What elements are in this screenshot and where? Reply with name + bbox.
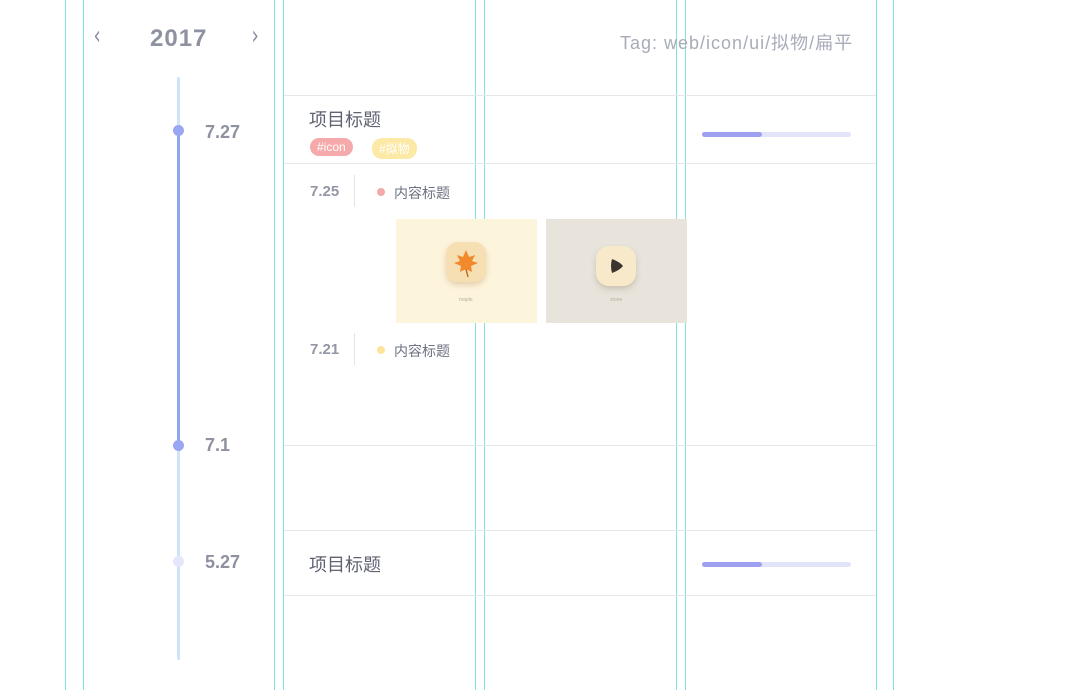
divider <box>284 530 876 531</box>
project-progress-bar <box>702 132 851 137</box>
timeline-dot[interactable] <box>173 556 184 567</box>
timeline-dot[interactable] <box>173 125 184 136</box>
next-year-button[interactable]: › <box>252 23 259 49</box>
progress-fill <box>702 562 762 567</box>
guide-line <box>274 0 275 690</box>
year-label: 2017 <box>150 25 208 52</box>
entry-date: 7.21 <box>310 341 340 358</box>
progress-fill <box>702 132 762 137</box>
project-title[interactable]: 项目标题 <box>309 551 381 577</box>
guide-line <box>65 0 66 690</box>
guide-line <box>893 0 894 690</box>
thumbnail-maple[interactable]: maple <box>396 219 537 323</box>
entry-title[interactable]: 内容标题 <box>394 183 450 203</box>
guide-line <box>83 0 84 690</box>
thumbnail-caption: stone <box>610 297 623 303</box>
thumbnail-caption: maple <box>459 297 473 303</box>
tag-badge[interactable]: #拟物 <box>372 138 417 159</box>
guide-line <box>283 0 284 690</box>
entry-separator <box>354 333 355 365</box>
guide-line <box>676 0 677 690</box>
prev-year-button[interactable]: ‹ <box>94 23 101 49</box>
timeline-date[interactable]: 7.27 <box>205 122 240 143</box>
divider <box>284 595 876 596</box>
project-progress-bar <box>702 562 851 567</box>
tag-badge[interactable]: #icon <box>310 138 353 156</box>
guide-line <box>475 0 476 690</box>
timeline-dot[interactable] <box>173 440 184 451</box>
project-title[interactable]: 项目标题 <box>309 106 381 132</box>
guide-line <box>685 0 686 690</box>
entry-date: 7.25 <box>310 183 340 200</box>
timeline-active-track <box>177 130 180 445</box>
play-icon <box>596 246 636 286</box>
divider <box>284 445 876 446</box>
thumbnail-stone[interactable]: stone <box>546 219 687 323</box>
tag-line: Tag: web/icon/ui/拟物/扁平 <box>620 33 854 53</box>
maple-leaf-icon <box>446 242 486 282</box>
timeline-date[interactable]: 5.27 <box>205 552 240 573</box>
timeline-date[interactable]: 7.1 <box>205 435 230 456</box>
entry-title[interactable]: 内容标题 <box>394 341 450 361</box>
guide-line <box>876 0 877 690</box>
entry-dot <box>377 346 385 354</box>
guide-line <box>484 0 485 690</box>
divider <box>284 163 876 164</box>
divider <box>284 95 876 96</box>
entry-dot <box>377 188 385 196</box>
entry-separator <box>354 175 355 207</box>
